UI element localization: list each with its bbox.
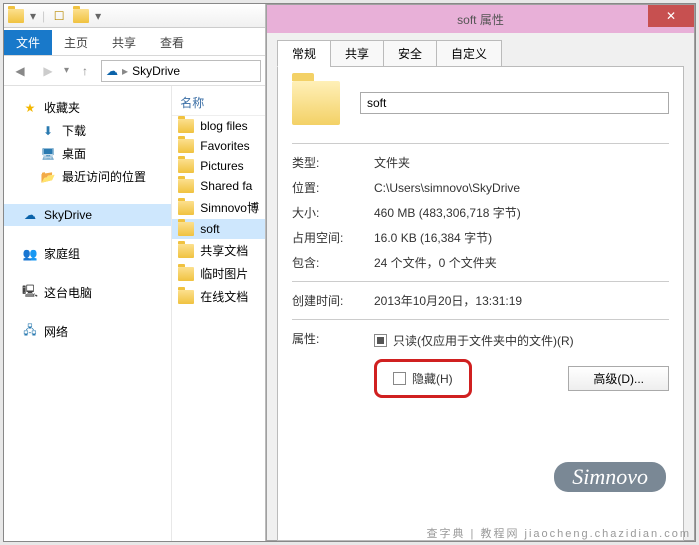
advanced-button[interactable]: 高级(D)... — [568, 366, 669, 391]
folder-name-input[interactable] — [360, 92, 669, 114]
address-bar: ◀ ▶ ▾ ↑ ☁ ▸ SkyDrive — [4, 56, 265, 86]
hidden-highlight: 隐藏(H) — [374, 359, 472, 398]
close-icon: ✕ — [666, 9, 676, 23]
tab-customize[interactable]: 自定义 — [436, 40, 502, 67]
nav-recent[interactable]: 📂最近访问的位置 — [4, 165, 171, 188]
divider: | — [42, 9, 45, 23]
separator — [292, 319, 669, 320]
new-folder-icon[interactable] — [73, 8, 89, 24]
download-icon: ⬇ — [40, 123, 56, 139]
tab-file[interactable]: 文件 — [4, 30, 52, 55]
location-label: 位置: — [292, 179, 374, 196]
footer-watermark: 查字典 | 教程网 jiaocheng.chazidian.com — [427, 525, 692, 541]
skydrive-icon: ☁ — [22, 207, 38, 223]
dialog-title: soft 属性 — [457, 11, 504, 28]
list-item[interactable]: Pictures — [172, 156, 265, 176]
explorer-titlebar: ▾ | ☐ ▾ — [4, 4, 265, 28]
readonly-checkbox-row[interactable]: 只读(仅应用于文件夹中的文件)(R) — [374, 332, 669, 349]
tab-general[interactable]: 常规 — [277, 40, 331, 67]
nav-favorites[interactable]: ★收藏夹 — [4, 96, 171, 119]
list-item[interactable]: Simnovo博 — [172, 196, 265, 219]
breadcrumb-root[interactable]: SkyDrive — [132, 64, 180, 78]
folder-icon — [178, 244, 194, 258]
hidden-checkbox[interactable] — [393, 372, 406, 385]
separator — [292, 281, 669, 282]
created-value: 2013年10月20日，13:31:19 — [374, 292, 669, 309]
readonly-checkbox[interactable] — [374, 334, 387, 347]
nav-homegroup[interactable]: 👥家庭组 — [4, 242, 171, 265]
tab-security[interactable]: 安全 — [383, 40, 437, 67]
close-button[interactable]: ✕ — [648, 5, 694, 27]
list-item[interactable]: Favorites — [172, 136, 265, 156]
up-button[interactable]: ↑ — [73, 59, 97, 83]
homegroup-icon: 👥 — [22, 246, 38, 262]
nav-network[interactable]: 🖧网络 — [4, 320, 171, 343]
star-icon: ★ — [22, 100, 38, 116]
size-label: 大小: — [292, 204, 374, 221]
properties-tabs: 常规 共享 安全 自定义 — [267, 33, 694, 66]
explorer-window: ▾ | ☐ ▾ 文件 主页 共享 查看 ◀ ▶ ▾ ↑ ☁ ▸ SkyDrive — [4, 4, 266, 541]
watermark: Simnovo — [554, 462, 666, 492]
history-dropdown-icon[interactable]: ▾ — [64, 65, 69, 76]
overflow-icon[interactable]: ▾ — [95, 9, 101, 23]
tab-view[interactable]: 查看 — [148, 30, 196, 55]
folder-icon — [8, 8, 24, 24]
size-on-disk-value: 16.0 KB (16,384 字节) — [374, 229, 669, 246]
back-button[interactable]: ◀ — [8, 59, 32, 83]
folder-icon — [178, 119, 194, 133]
readonly-label: 只读(仅应用于文件夹中的文件)(R) — [393, 332, 574, 349]
contains-label: 包含: — [292, 254, 374, 271]
properties-dialog: soft 属性 ✕ 常规 共享 安全 自定义 类型:文件夹 位置:C:\User… — [266, 4, 695, 541]
ribbon-tabs: 文件 主页 共享 查看 — [4, 28, 265, 56]
type-label: 类型: — [292, 154, 374, 171]
list-item[interactable]: 共享文档 — [172, 239, 265, 262]
dropdown-icon[interactable]: ▾ — [30, 9, 36, 23]
attributes-label: 属性: — [292, 330, 374, 347]
list-item[interactable]: 在线文档 — [172, 285, 265, 308]
list-item[interactable]: 临时图片 — [172, 262, 265, 285]
size-value: 460 MB (483,306,718 字节) — [374, 204, 669, 221]
created-label: 创建时间: — [292, 292, 374, 309]
computer-icon: 🖳 — [22, 285, 38, 301]
skydrive-icon: ☁ — [106, 64, 118, 78]
list-item[interactable]: soft — [172, 219, 265, 239]
folder-icon — [178, 159, 194, 173]
list-item[interactable]: Shared fa — [172, 176, 265, 196]
folder-icon — [178, 139, 194, 153]
desktop-icon: 🖥 — [40, 146, 56, 162]
folder-large-icon — [292, 81, 340, 125]
content-pane: 名称 blog files Favorites Pictures Shared … — [172, 86, 265, 541]
nav-thispc[interactable]: 🖳这台电脑 — [4, 281, 171, 304]
folder-icon — [178, 290, 194, 304]
contains-value: 24 个文件，0 个文件夹 — [374, 254, 669, 271]
tab-home[interactable]: 主页 — [52, 30, 100, 55]
hidden-checkbox-row[interactable]: 隐藏(H) — [393, 370, 453, 387]
size-on-disk-label: 占用空间: — [292, 229, 374, 246]
folder-icon — [178, 267, 194, 281]
type-value: 文件夹 — [374, 154, 669, 171]
list-item[interactable]: blog files — [172, 116, 265, 136]
nav-skydrive[interactable]: ☁SkyDrive — [4, 204, 171, 226]
recent-icon: 📂 — [40, 169, 56, 185]
hidden-label: 隐藏(H) — [412, 370, 453, 387]
folder-icon — [178, 201, 194, 215]
column-header-name[interactable]: 名称 — [172, 90, 265, 116]
folder-icon — [178, 222, 194, 236]
navigation-pane: ★收藏夹 ⬇下载 🖥桌面 📂最近访问的位置 ☁SkyDrive 👥家庭组 🖳这台… — [4, 86, 172, 541]
dialog-titlebar[interactable]: soft 属性 ✕ — [267, 5, 694, 33]
nav-downloads[interactable]: ⬇下载 — [4, 119, 171, 142]
forward-button[interactable]: ▶ — [36, 59, 60, 83]
tab-share[interactable]: 共享 — [100, 30, 148, 55]
breadcrumb[interactable]: ☁ ▸ SkyDrive — [101, 60, 261, 82]
location-value: C:\Users\simnovo\SkyDrive — [374, 181, 669, 195]
nav-desktop[interactable]: 🖥桌面 — [4, 142, 171, 165]
network-icon: 🖧 — [22, 324, 38, 340]
properties-icon[interactable]: ☐ — [51, 8, 67, 24]
tab-sharing[interactable]: 共享 — [330, 40, 384, 67]
folder-icon — [178, 179, 194, 193]
separator — [292, 143, 669, 144]
